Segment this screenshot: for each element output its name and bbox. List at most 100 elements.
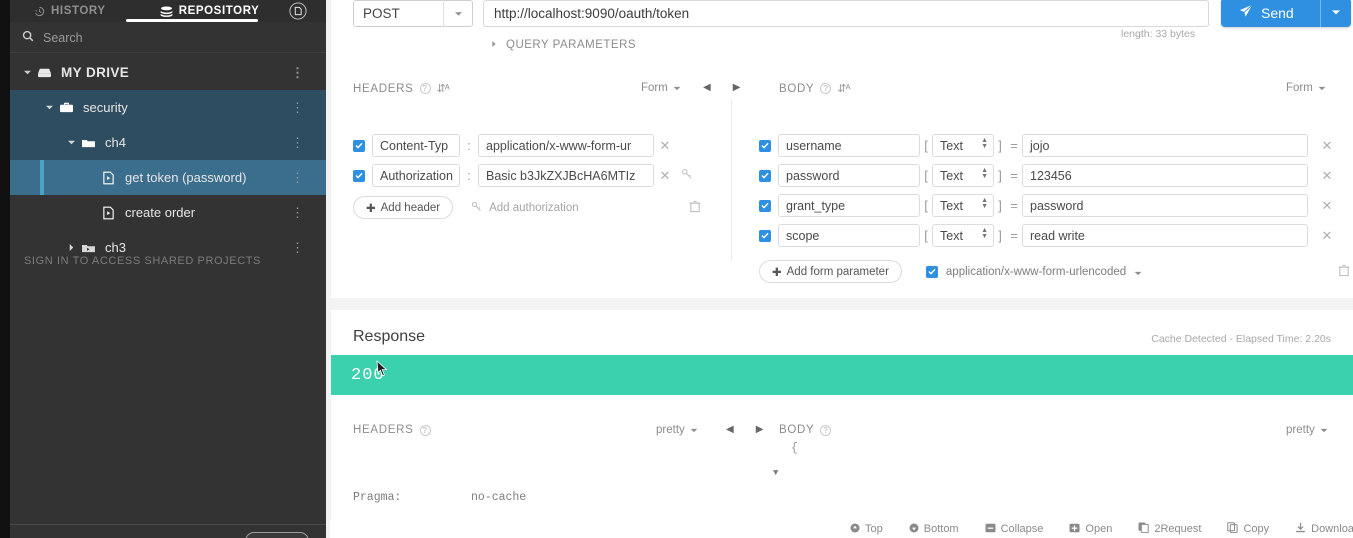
remove-form-param-icon[interactable]: ✕ (1316, 228, 1338, 244)
tree-item-menu-icon[interactable]: ⋮ (291, 136, 304, 149)
nav-next-icon[interactable]: ▶ (756, 424, 764, 435)
add-header-button[interactable]: ✚ Add header (353, 196, 454, 219)
chevron-down-icon[interactable] (20, 69, 34, 76)
collapse-caret-icon[interactable]: ▼ (773, 464, 778, 482)
chevron-down-icon[interactable] (64, 139, 78, 146)
form-param-value-input[interactable]: 123456 (1022, 164, 1308, 187)
chevron-down-icon[interactable] (1321, 9, 1351, 16)
nav-next-icon[interactable]: ▶ (733, 82, 741, 93)
header-name-input[interactable]: Authorization (372, 164, 460, 187)
header-value-input[interactable]: application/x-www-form-ur (478, 134, 654, 157)
signin-note[interactable]: SIGN IN TO ACCESS SHARED PROJECTS (24, 255, 261, 267)
form-param-enabled-checkbox[interactable] (759, 139, 771, 152)
request-headers-view-select[interactable]: Form (641, 82, 681, 94)
form-param-type-value: Text (940, 228, 963, 243)
key-icon[interactable] (676, 167, 698, 185)
new-document-icon[interactable] (288, 1, 308, 21)
response-headers-view-select[interactable]: pretty (656, 424, 698, 436)
url-input[interactable]: http://localhost:9090/oauth/token (483, 0, 1209, 27)
chevron-down-icon[interactable] (444, 11, 472, 17)
sort-icon[interactable]: ⇵ᴬ (437, 82, 450, 95)
header-name-input[interactable]: Content-Typ (372, 134, 460, 157)
chevron-right-icon[interactable] (64, 243, 78, 252)
tree-label: ch3 (105, 240, 126, 255)
header-enabled-checkbox[interactable] (353, 139, 365, 152)
remove-form-param-icon[interactable]: ✕ (1316, 198, 1338, 214)
form-param-value-input[interactable]: jojo (1022, 134, 1308, 157)
remove-header-icon[interactable]: ✕ (654, 138, 676, 154)
help-icon[interactable]: ? (419, 83, 431, 94)
search-input[interactable]: Search (10, 23, 326, 53)
request-file-icon (98, 171, 118, 185)
form-param-enabled-checkbox[interactable] (759, 229, 771, 242)
form-param-name-input[interactable]: username (778, 134, 920, 157)
remove-form-param-icon[interactable]: ✕ (1316, 138, 1338, 154)
tree-item-menu-icon[interactable]: ⋮ (291, 66, 304, 79)
form-param-type-select[interactable]: Text ▲ ▼ (932, 164, 994, 187)
stepper-icon[interactable]: ▲ ▼ (981, 137, 988, 150)
query-parameters-toggle[interactable]: QUERY PARAMETERS (491, 39, 636, 51)
toolbar-copy-label: Copy (1243, 523, 1270, 535)
tree-item-get-token-password[interactable]: get token (password) ⋮ (10, 160, 326, 195)
toolbar-to-request-button[interactable]: 2Request (1138, 522, 1201, 536)
help-icon[interactable]: ? (820, 424, 832, 436)
chevron-down-icon[interactable] (42, 104, 56, 111)
form-param-value-input[interactable]: read write (1022, 224, 1308, 247)
help-icon[interactable]: ? (419, 424, 431, 436)
tab-repository-label: REPOSITORY (178, 5, 260, 17)
toolbar-collapse-button[interactable]: Collapse (985, 523, 1043, 536)
add-authorization-label: Add authorization (489, 201, 579, 214)
stepper-icon[interactable]: ▲ ▼ (981, 197, 988, 210)
download-icon (1295, 522, 1306, 536)
form-param-value-input[interactable]: password (1022, 194, 1308, 217)
nav-prev-icon[interactable]: ◀ (726, 424, 734, 435)
sidebar-bottom-button[interactable] (245, 532, 309, 538)
header-value-input[interactable]: Basic b3JkZXJBcHA6MTIz (478, 164, 654, 187)
toolbar-bottom-button[interactable]: Bottom (909, 523, 959, 536)
chevron-down-icon[interactable] (1134, 263, 1142, 281)
form-param-type-select[interactable]: Text ▲ ▼ (932, 194, 994, 217)
stepper-icon[interactable]: ▲ ▼ (981, 227, 988, 240)
trash-icon[interactable] (689, 200, 701, 216)
form-param-type-select[interactable]: Text ▲ ▼ (932, 224, 994, 247)
toolbar-top-button[interactable]: Top (850, 523, 883, 536)
form-param-name-input[interactable]: password (778, 164, 920, 187)
add-authorization-button[interactable]: Add authorization (471, 201, 579, 215)
trash-icon[interactable] (1338, 264, 1350, 280)
tree-item-menu-icon[interactable]: ⋮ (291, 241, 304, 254)
open-bracket: [ (924, 138, 928, 153)
tree-item-menu-icon[interactable]: ⋮ (291, 171, 304, 184)
header-row: Content-Typ : application/x-www-form-ur … (353, 134, 676, 157)
form-param-name-input[interactable]: grant_type (778, 194, 920, 217)
tree-item-my-drive[interactable]: MY DRIVE ⋮ (10, 55, 326, 90)
form-param-type-select[interactable]: Text ▲ ▼ (932, 134, 994, 157)
request-body-view-select[interactable]: Form (1286, 82, 1326, 94)
help-icon[interactable]: ? (820, 83, 832, 94)
tab-history[interactable]: HISTORY (24, 0, 116, 22)
response-body-view-select[interactable]: pretty (1286, 424, 1328, 436)
header-enabled-checkbox[interactable] (353, 169, 365, 182)
response-pane-nav-arrows: ◀ ▶ (726, 424, 763, 435)
nav-prev-icon[interactable]: ◀ (703, 82, 711, 93)
send-button[interactable]: Send (1221, 0, 1351, 27)
stepper-icon[interactable]: ▲ ▼ (981, 167, 988, 180)
remove-header-icon[interactable]: ✕ (654, 168, 676, 184)
remove-form-param-icon[interactable]: ✕ (1316, 168, 1338, 184)
form-param-enabled-checkbox[interactable] (759, 169, 771, 182)
tree-item-menu-icon[interactable]: ⋮ (291, 206, 304, 219)
tree-item-ch4[interactable]: ch4 ⋮ (10, 125, 326, 160)
method-select[interactable]: POST (353, 0, 473, 27)
add-form-parameter-button[interactable]: ✚ Add form parameter (759, 260, 902, 283)
tree-item-create-order[interactable]: create order ⋮ (10, 195, 326, 230)
tree-item-menu-icon[interactable]: ⋮ (291, 101, 304, 114)
response-meta: Cache Detected - Elapsed Time: 2.20s (1151, 333, 1331, 345)
toolbar-download-button[interactable]: Download (1295, 522, 1353, 536)
sort-icon[interactable]: ⇵ᴬ (837, 82, 850, 95)
form-param-enabled-checkbox[interactable] (759, 199, 771, 212)
content-type-checkbox[interactable] (925, 265, 938, 278)
folder-icon (78, 242, 98, 254)
toolbar-open-button[interactable]: Open (1069, 523, 1112, 536)
tree-item-security[interactable]: security ⋮ (10, 90, 326, 125)
form-param-name-input[interactable]: scope (778, 224, 920, 247)
toolbar-copy-button[interactable]: Copy (1227, 522, 1269, 536)
